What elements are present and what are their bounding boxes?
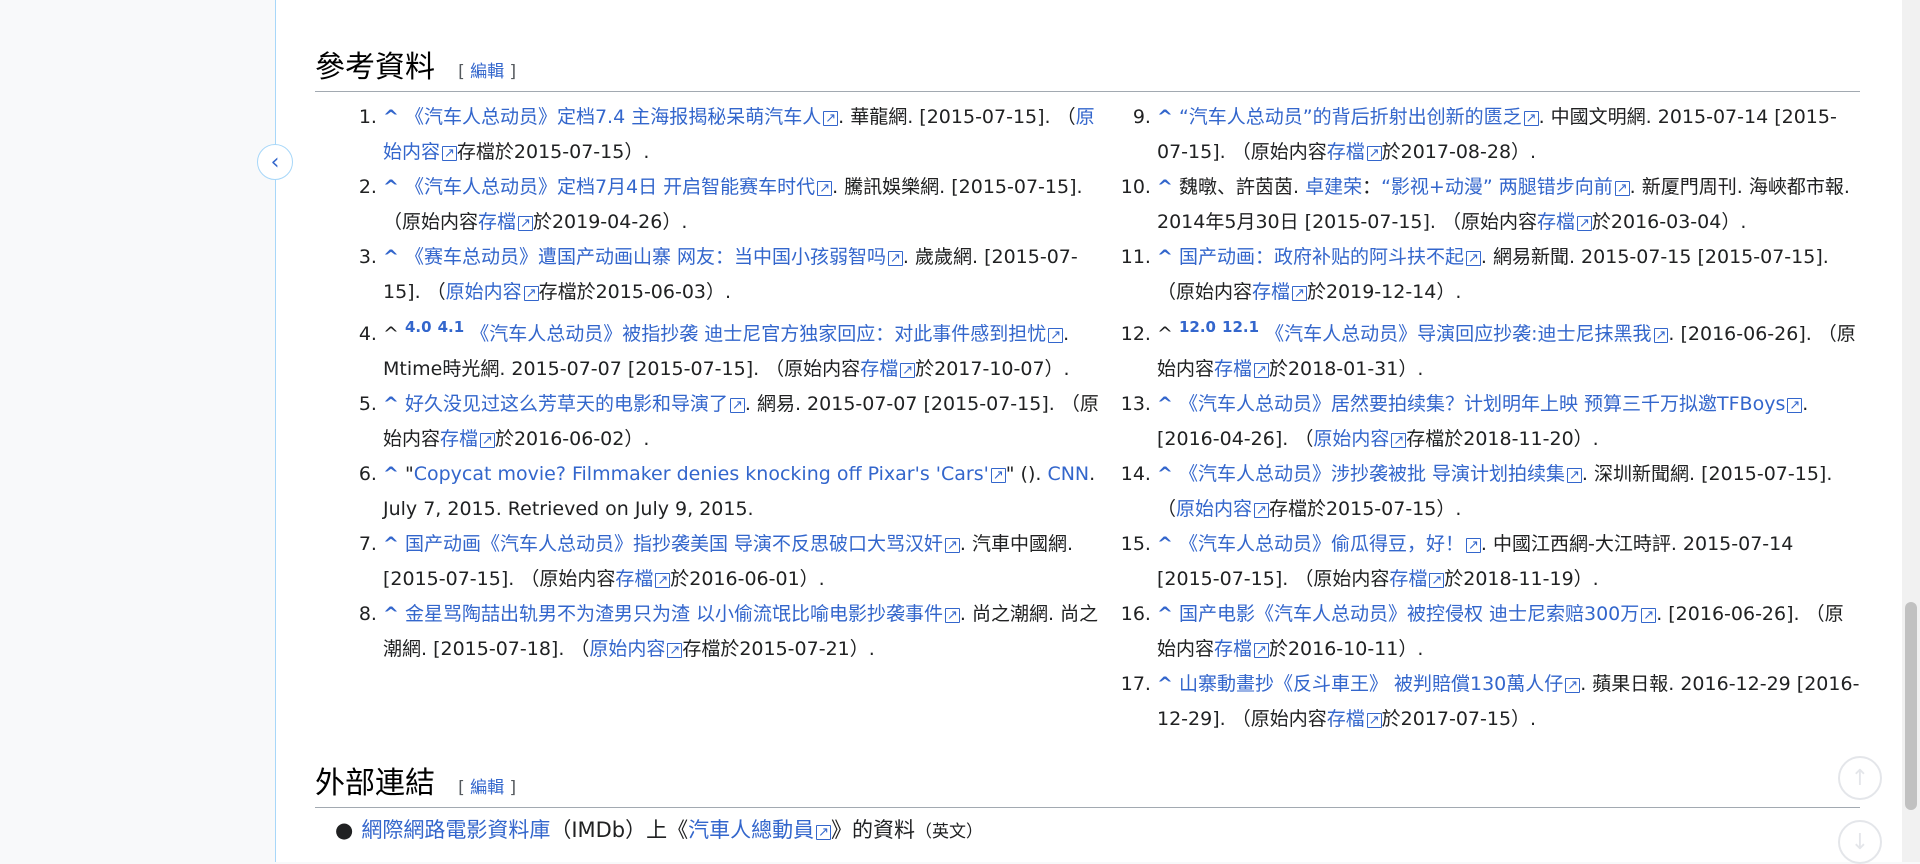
reference-item: ^ 魏暾、許茵茵. 卓建荣：“影视+动漫” 两腿错步向前. 新厦門周刊. 海峽都… <box>1157 170 1860 240</box>
backlink-a: 4.0 <box>404 318 432 336</box>
backlink-caret[interactable]: ^ <box>383 533 399 555</box>
reference-link[interactable]: 金星骂陶喆出轨男不为渣男只为渣 以小偷流氓比喻电影抄袭事件 <box>405 603 960 625</box>
reference-item: ^ "Copycat movie? Filmmaker denies knock… <box>383 457 1100 527</box>
backlink-caret[interactable]: ^ <box>1157 603 1173 625</box>
backlink-caret[interactable]: ^ <box>383 176 399 198</box>
scrollbar-thumb[interactable] <box>1905 602 1917 810</box>
reference-item: ^ 《赛车总动员》遭国产动画山寨 网友：当中国小孩弱智吗. 歲歲網. [2015… <box>383 240 1100 310</box>
archive-link[interactable]: 存檔 <box>440 428 495 450</box>
bullet: ● <box>335 818 354 842</box>
backlink-caret[interactable]: ^ <box>1157 393 1173 415</box>
reference-link[interactable]: “汽车人总动员”的背后折射出创新的匮乏 <box>1179 106 1539 128</box>
archive-link[interactable]: 存檔 <box>1537 211 1592 233</box>
reference-item: ^ 金星骂陶喆出轨男不为渣男只为渣 以小偷流氓比喻电影抄袭事件. 尚之潮網. 尚… <box>383 597 1100 667</box>
archive-link[interactable]: 原始内容 <box>446 281 539 303</box>
references-column-1: ^ 《汽车人总动员》定档7.4 主海报揭秘呆萌汽车人. 華龍網. [2015-0… <box>315 100 1100 737</box>
scroll-to-bottom-button[interactable]: ↓ <box>1838 820 1882 864</box>
publisher-link[interactable]: CNN <box>1047 463 1089 485</box>
archive-link[interactable]: 存檔 <box>478 211 533 233</box>
author-link[interactable]: 卓建荣 <box>1305 176 1362 198</box>
language-label: （英文） <box>915 822 984 842</box>
reference-link[interactable]: 好久没见过这么芳草天的电影和导演了 <box>405 393 745 415</box>
reference-item: ^ 好久没见过这么芳草天的电影和导演了. 網易. 2015-07-07 [201… <box>383 387 1100 457</box>
archive-link[interactable]: 存檔 <box>1389 568 1444 590</box>
backlink-caret[interactable]: ^ <box>1157 176 1173 198</box>
collapse-sidebar-button[interactable]: ‹ <box>257 144 293 180</box>
archive-link[interactable]: 存檔 <box>1214 358 1269 380</box>
archive-link[interactable]: 存檔 <box>860 358 915 380</box>
archive-link[interactable]: 存檔 <box>1214 638 1269 660</box>
references-edit-link[interactable]: 編輯 <box>470 62 504 82</box>
backlink-caret[interactable]: ^ <box>1157 463 1173 485</box>
reference-link[interactable]: 《汽车人总动员》定档7.4 主海报揭秘呆萌汽车人 <box>405 106 838 128</box>
reference-item: ^ 《汽车人总动员》涉抄袭被批 导演计划拍续集. 深圳新聞網. [2015-07… <box>1157 457 1860 527</box>
external-link-item: ●網際網路電影資料庫（IMDb）上《汽車人總動員》的資料（英文） <box>335 815 983 847</box>
reference-link[interactable]: 国产电影《汽车人总动员》被控侵权 迪士尼索赔300万 <box>1179 603 1656 625</box>
reference-item: ^ 《汽车人总动员》定档7月4日 开启智能赛车时代. 騰訊娛樂網. [2015-… <box>383 170 1100 240</box>
reference-item: ^ 《汽车人总动员》定档7.4 主海报揭秘呆萌汽车人. 華龍網. [2015-0… <box>383 100 1100 170</box>
backlink-caret[interactable]: ^ <box>383 463 399 485</box>
reference-link[interactable]: 山寨動畫抄《反斗車王》 被判賠償130萬人仔 <box>1179 673 1580 695</box>
reference-link[interactable]: Copycat movie? Filmmaker denies knocking… <box>414 463 1006 485</box>
backlink-b: 12.1 <box>1222 318 1260 336</box>
backlink-caret[interactable]: ^ <box>383 106 399 128</box>
backlink-caret[interactable]: ^ <box>383 246 399 268</box>
external-edit-section: [ 編輯 ] <box>458 778 517 798</box>
backlink-caret[interactable]: ^ <box>383 393 399 415</box>
archive-link[interactable]: 存檔 <box>1252 281 1307 303</box>
imdb-title-link[interactable]: 汽車人總動員 <box>688 818 831 842</box>
reference-link[interactable]: 《汽车人总动员》涉抄袭被批 导演计划拍续集 <box>1179 463 1582 485</box>
reference-item: ^ 国产动画《汽车人总动员》指抄袭美国 导演不反思破口大骂汉奸. 汽車中國網. … <box>383 527 1100 597</box>
backlink-caret[interactable]: ^ <box>1157 106 1173 128</box>
reference-link[interactable]: 《汽车人总动员》偷瓜得豆，好！ <box>1179 533 1481 555</box>
references-edit-section: [ 編輯 ] <box>458 62 517 82</box>
reference-item: ^ 国产动画：政府补贴的阿斗扶不起. 網易新聞. 2015-07-15 [201… <box>1157 240 1860 310</box>
references-heading: 參考資料 [ 編輯 ] <box>315 42 1860 92</box>
archive-link[interactable]: 原始内容 <box>1313 428 1406 450</box>
reference-link[interactable]: 国产动画《汽车人总动员》指抄袭美国 导演不反思破口大骂汉奸 <box>405 533 960 555</box>
external-links-list: ●網際網路電影資料庫（IMDb）上《汽車人總動員》的資料（英文） <box>335 815 983 847</box>
archive-link[interactable]: 原始内容 <box>589 638 682 660</box>
chevron-left-icon: ‹ <box>270 149 280 175</box>
reference-link[interactable]: 《汽车人总动员》导演回应抄袭:迪士尼抹黑我 <box>1265 323 1668 345</box>
references-list: ^ 《汽车人总动员》定档7.4 主海报揭秘呆萌汽车人. 華龍網. [2015-0… <box>315 100 1860 737</box>
external-links-heading: 外部連結 [ 編輯 ] <box>315 758 1860 808</box>
arrow-up-circle-icon: ↑ <box>1850 765 1870 791</box>
reference-link[interactable]: 《赛车总动员》遭国产动画山寨 网友：当中国小孩弱智吗 <box>405 246 903 268</box>
backlink-caret[interactable]: ^ <box>1157 533 1173 555</box>
archive-link[interactable]: 存檔 <box>1327 708 1382 730</box>
archive-link[interactable]: 存檔 <box>615 568 670 590</box>
reference-item: ^ 《汽车人总动员》偷瓜得豆，好！. 中國江西網-大江時評. 2015-07-1… <box>1157 527 1860 597</box>
archive-link[interactable]: 存檔 <box>1327 141 1382 163</box>
references-title: 參考資料 <box>315 50 435 85</box>
vertical-scrollbar[interactable] <box>1902 0 1920 862</box>
backlink-caret: ^ <box>383 323 399 345</box>
reference-link[interactable]: “影视+动漫” 两腿错步向前 <box>1381 176 1630 198</box>
backlink-caret: ^ <box>1157 323 1173 345</box>
external-links-title: 外部連結 <box>315 766 435 801</box>
references-column-2: ^ “汽车人总动员”的背后折射出创新的匮乏. 中國文明網. 2015-07-14… <box>1100 100 1860 737</box>
backlink-a: 12.0 <box>1178 318 1216 336</box>
reference-link[interactable]: 《汽车人总动员》居然要拍续集？计划明年上映 预算三千万拟邀TFBoys <box>1179 393 1802 415</box>
reference-link[interactable]: 《汽车人总动员》被指抄袭 迪士尼官方独家回应：对此事件感到担忧 <box>470 323 1063 345</box>
external-edit-link[interactable]: 編輯 <box>470 778 504 798</box>
arrow-down-circle-icon: ↓ <box>1850 829 1870 855</box>
backlink-b: 4.1 <box>437 318 465 336</box>
reference-link[interactable]: 《汽车人总动员》定档7月4日 开启智能赛车时代 <box>405 176 832 198</box>
imdb-link[interactable]: 網際網路電影資料庫 <box>361 818 550 842</box>
reference-link[interactable]: 国产动画：政府补贴的阿斗扶不起 <box>1179 246 1481 268</box>
backlink-caret[interactable]: ^ <box>1157 673 1173 695</box>
reference-item: ^ 4.0 4.1 《汽车人总动员》被指抄袭 迪士尼官方独家回应：对此事件感到担… <box>383 310 1100 387</box>
backlink-caret[interactable]: ^ <box>383 603 399 625</box>
archive-link[interactable]: 原始内容 <box>1176 498 1269 520</box>
reference-item: ^ 《汽车人总动员》居然要拍续集？计划明年上映 预算三千万拟邀TFBoys. [… <box>1157 387 1860 457</box>
reference-item: ^ “汽车人总动员”的背后折射出创新的匮乏. 中國文明網. 2015-07-14… <box>1157 100 1860 170</box>
reference-item: ^ 12.0 12.1 《汽车人总动员》导演回应抄袭:迪士尼抹黑我. [2016… <box>1157 310 1860 387</box>
reference-item: ^ 国产电影《汽车人总动员》被控侵权 迪士尼索赔300万. [2016-06-2… <box>1157 597 1860 667</box>
backlink-caret[interactable]: ^ <box>1157 246 1173 268</box>
reference-item: ^ 山寨動畫抄《反斗車王》 被判賠償130萬人仔. 蘋果日報. 2016-12-… <box>1157 667 1860 737</box>
scroll-to-top-button[interactable]: ↑ <box>1838 756 1882 800</box>
